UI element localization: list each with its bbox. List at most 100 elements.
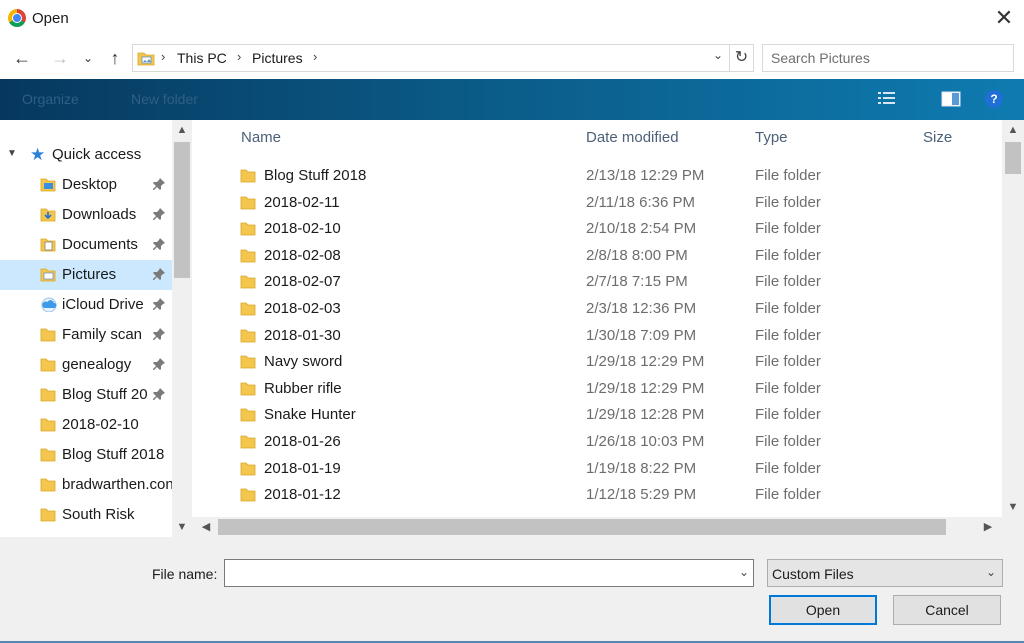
navigation-pane: ▼ ★ Quick access Desktop Downloads Documen…: [0, 120, 192, 537]
file-row[interactable]: 2018-02-08 2/8/18 8:00 PM File folder: [192, 243, 1002, 269]
file-row[interactable]: 2018-01-19 1/19/18 8:22 PM File folder: [192, 456, 1002, 482]
nav-item[interactable]: genealogy: [0, 350, 172, 380]
nav-item[interactable]: Downloads: [0, 200, 172, 230]
date-modified-cell: 2/13/18 12:29 PM: [586, 167, 705, 184]
file-row[interactable]: 2018-01-12 1/12/18 5:29 PM File folder: [192, 482, 1002, 508]
chevron-down-icon[interactable]: ⌄: [709, 48, 727, 62]
chevron-down-icon: ⌄: [985, 565, 996, 579]
date-modified-cell: 1/29/18 12:29 PM: [586, 379, 705, 397]
help-icon[interactable]: ?: [985, 90, 1003, 108]
nav-item[interactable]: Blog Stuff 2018: [0, 440, 172, 470]
column-header-date[interactable]: Date modified: [586, 129, 679, 146]
cancel-button[interactable]: Cancel: [893, 595, 1001, 625]
file-row[interactable]: Snake Hunter 1/29/18 12:28 PM File folder: [192, 402, 1002, 428]
refresh-icon[interactable]: ↻: [729, 45, 753, 71]
nav-item[interactable]: 2018-02-10: [0, 410, 172, 440]
chevron-down-icon[interactable]: ⌄: [739, 565, 749, 579]
close-icon[interactable]: ✕: [990, 4, 1018, 32]
file-name-field[interactable]: [225, 560, 725, 586]
chrome-icon: [8, 9, 26, 27]
file-row[interactable]: Navy sword 1/29/18 12:29 PM File folder: [192, 349, 1002, 375]
date-modified-cell: 1/26/18 10:03 PM: [586, 433, 705, 450]
nav-item-label: Family scan: [62, 326, 143, 343]
file-type-value: Custom Files: [772, 566, 854, 582]
file-row[interactable]: 2018-02-07 2/7/18 7:15 PM File folder: [192, 269, 1002, 295]
file-name-cell: 2018-02-03: [264, 300, 341, 317]
scroll-thumb[interactable]: [1005, 142, 1021, 174]
forward-arrow-icon[interactable]: →: [46, 44, 74, 72]
file-row[interactable]: 2018-02-11 2/11/18 6:36 PM File folder: [192, 190, 1002, 216]
horizontal-scrollbar[interactable]: ◀ ▶: [192, 517, 1002, 537]
nav-item-label: Blog Stuff 2018: [62, 446, 165, 463]
nav-item[interactable]: Desktop: [0, 170, 172, 200]
recent-locations-chevron-icon[interactable]: ⌄: [80, 44, 96, 72]
nav-scrollbar[interactable]: ▲ ▼: [172, 120, 192, 537]
nav-item[interactable]: Blog Stuff 20: [0, 380, 172, 410]
breadcrumb-pictures[interactable]: Pictures: [252, 50, 303, 66]
nav-item[interactable]: iCloud Drive: [0, 290, 172, 320]
pictures-folder-icon: [137, 52, 155, 66]
change-view-icon[interactable]: [876, 89, 898, 109]
nav-item[interactable]: Pictures: [0, 260, 172, 290]
organize-menu[interactable]: Organize: [22, 91, 79, 107]
file-row[interactable]: 2018-02-03 2/3/18 12:36 PM File folder: [192, 296, 1002, 322]
pictures-folder-icon: [40, 268, 56, 282]
nav-item-label: Blog Stuff 20: [62, 386, 148, 403]
file-name-cell: 2018-02-07: [264, 273, 341, 291]
search-input[interactable]: [762, 44, 1014, 72]
preview-pane-icon[interactable]: [940, 89, 962, 109]
file-name-cell: Navy sword: [264, 353, 343, 371]
folder-icon: [240, 196, 256, 209]
open-button[interactable]: Open: [769, 595, 877, 625]
file-row[interactable]: 2018-02-10 2/10/18 2:54 PM File folder: [192, 216, 1002, 242]
column-header-size[interactable]: Size: [923, 129, 952, 146]
type-cell: File folder: [755, 273, 821, 291]
folder-icon: [240, 275, 256, 289]
scroll-left-icon[interactable]: ◀: [196, 517, 216, 537]
date-modified-cell: 1/19/18 8:22 PM: [586, 459, 697, 477]
file-name-cell: 2018-02-10: [264, 220, 341, 238]
file-row[interactable]: Blog Stuff 2018 2/13/18 12:29 PM File fold…: [192, 163, 1002, 189]
folder-icon: [240, 408, 256, 422]
icloud-icon: [41, 297, 57, 312]
folder-icon: [40, 508, 56, 522]
nav-item-label: Downloads: [62, 206, 137, 223]
file-row[interactable]: Rubber rifle 1/29/18 12:29 PM File folder: [192, 376, 1002, 402]
nav-item[interactable]: Family scan: [0, 320, 172, 350]
type-cell: File folder: [755, 486, 821, 504]
folder-icon: [240, 462, 256, 475]
quick-access-item[interactable]: ▼ ★ Quick access: [0, 140, 172, 170]
file-name-combobox[interactable]: ⌄: [224, 559, 754, 587]
folder-icon: [240, 382, 256, 396]
column-header-type[interactable]: Type: [755, 129, 788, 146]
date-modified-cell: 1/29/18 12:29 PM: [586, 353, 705, 371]
scroll-right-icon[interactable]: ▶: [978, 517, 998, 537]
nav-item[interactable]: South Risk: [0, 500, 172, 530]
nav-item[interactable]: bradwarthen.con: [0, 470, 172, 500]
file-row[interactable]: 2018-01-26 1/26/18 10:03 PM File folder: [192, 429, 1002, 455]
type-cell: File folder: [755, 379, 821, 397]
scroll-thumb[interactable]: [174, 142, 190, 278]
breadcrumb-this-pc[interactable]: This PC: [177, 50, 227, 66]
scroll-thumb[interactable]: [218, 519, 946, 535]
scroll-up-icon[interactable]: ▲: [1002, 120, 1024, 140]
chevron-down-icon[interactable]: ▼: [7, 148, 17, 159]
breadcrumb-separator-icon: ›: [313, 49, 318, 64]
nav-item[interactable]: Documents: [0, 230, 172, 260]
back-arrow-icon[interactable]: ←: [8, 44, 36, 72]
column-header-name[interactable]: Name: [241, 129, 281, 146]
folder-icon: [40, 328, 56, 342]
scroll-down-icon[interactable]: ▼: [172, 517, 192, 537]
file-type-select[interactable]: Custom Files ⌄: [767, 559, 1003, 587]
file-row[interactable]: 2018-01-30 1/30/18 7:09 PM File folder: [192, 323, 1002, 349]
type-cell: File folder: [755, 300, 821, 317]
up-arrow-icon[interactable]: ↑: [102, 44, 128, 72]
new-folder-button[interactable]: New folder: [131, 91, 198, 107]
file-list-scrollbar[interactable]: ▲ ▼: [1002, 120, 1024, 517]
folder-icon: [240, 222, 256, 236]
folder-icon: [240, 435, 256, 449]
address-bar[interactable]: › This PC › Pictures › ⌄ ↻: [132, 44, 754, 72]
scroll-down-icon[interactable]: ▼: [1002, 497, 1024, 517]
scroll-up-icon[interactable]: ▲: [172, 120, 192, 140]
folder-icon: [240, 329, 256, 342]
